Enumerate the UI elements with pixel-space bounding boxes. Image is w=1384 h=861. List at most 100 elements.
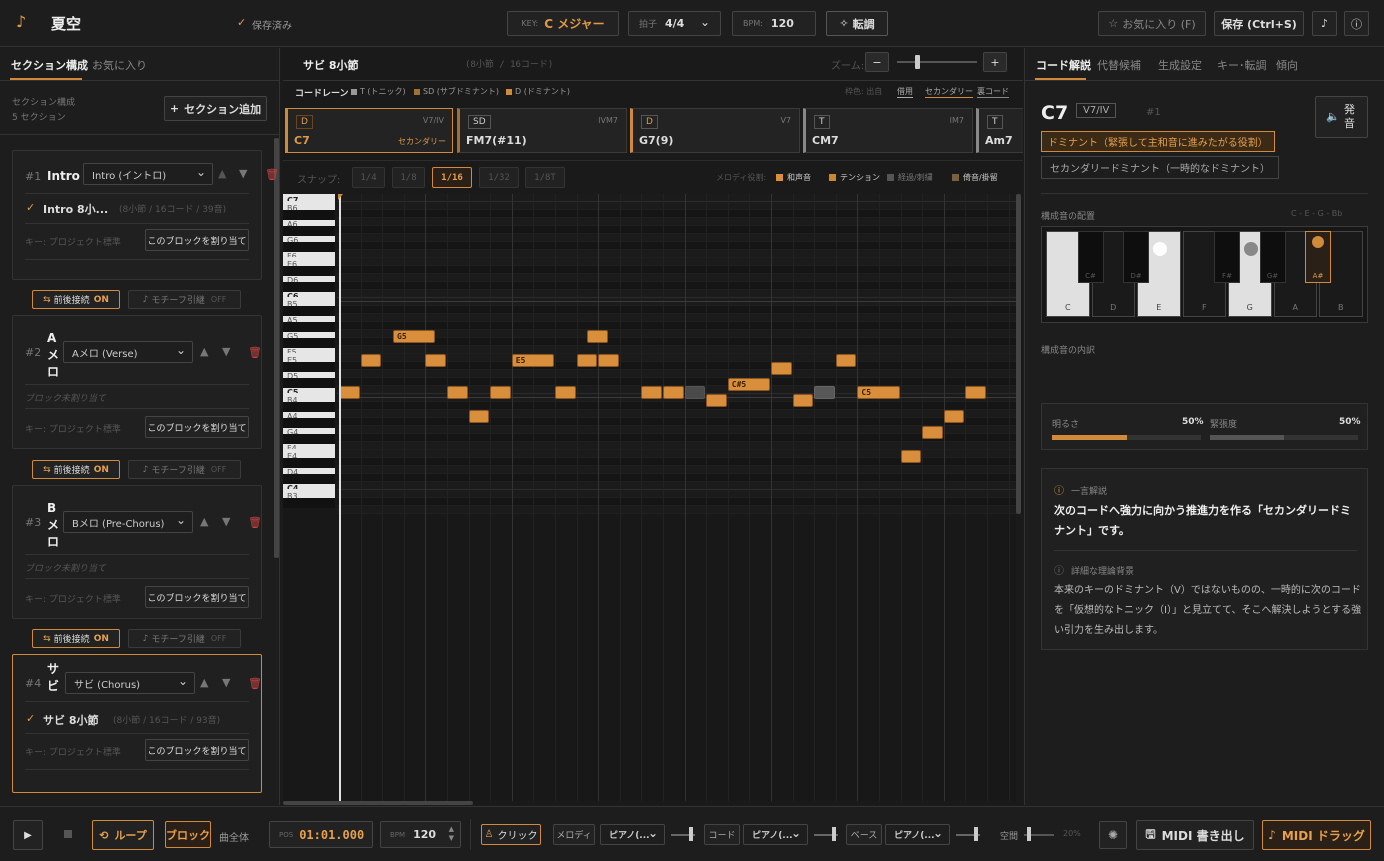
tab-generation[interactable]: 生成設定 [1158, 57, 1202, 73]
info-button[interactable]: ⓘ [1344, 11, 1369, 36]
chord-block-cm7[interactable]: T IM7 CM7 [803, 108, 973, 153]
move-up-icon[interactable]: ▲ [200, 676, 208, 689]
zoom-in-button[interactable]: + [983, 52, 1007, 72]
time-signature-selector[interactable]: 拍子 4/4 ⌄ [628, 11, 721, 36]
voicing-black-key[interactable]: D# [1123, 231, 1149, 283]
snap-option[interactable]: 1/4 [352, 167, 385, 188]
instrument-select[interactable]: ピアノ(... [600, 824, 665, 845]
trash-icon[interactable]: 🗑 [248, 677, 262, 690]
melody-note[interactable] [684, 386, 706, 399]
stop-button[interactable] [64, 830, 72, 838]
piano-black-key[interactable] [283, 242, 335, 252]
melody-note[interactable] [922, 426, 943, 439]
zoom-slider-thumb[interactable] [915, 55, 920, 69]
zoom-out-button[interactable]: − [865, 52, 889, 72]
melody-note[interactable] [943, 410, 965, 423]
voicing-black-key[interactable]: G# [1259, 231, 1286, 283]
piano-black-key[interactable] [283, 402, 335, 412]
piano-black-key[interactable] [283, 282, 335, 292]
tab-chord-explain[interactable]: コード解説 [1036, 57, 1091, 73]
assign-block-button[interactable]: このブロックを割り当て [145, 739, 249, 761]
snap-option[interactable]: 1/8T [525, 167, 565, 188]
melody-note[interactable] [425, 354, 446, 367]
piano-black-key[interactable] [283, 338, 335, 348]
assign-block-button[interactable]: このブロックを割り当て [145, 416, 249, 438]
move-up-icon[interactable]: ▲ [218, 167, 226, 180]
melody-note[interactable] [490, 386, 511, 399]
play-button[interactable]: ▶ [13, 820, 43, 850]
volume-slider-thumb[interactable] [832, 827, 836, 841]
melody-note[interactable] [771, 362, 792, 375]
loop-button[interactable]: ⟲ ループ [92, 820, 154, 850]
favorite-button[interactable]: ☆ お気に入り (F) [1098, 11, 1206, 36]
section-type-select[interactable]: サビ (Chorus) [65, 672, 195, 694]
click-button[interactable]: ♙ クリック [481, 824, 541, 845]
connect-toggle[interactable]: ⇆ 前後接続 ON [32, 290, 120, 309]
tab-section-structure[interactable]: セクション構成 [11, 57, 88, 73]
playhead-marker[interactable] [339, 194, 341, 801]
melody-note[interactable] [641, 386, 662, 399]
instrument-select[interactable]: ピアノ(... [885, 824, 950, 845]
zoom-slider-track[interactable] [897, 61, 977, 63]
section-type-select[interactable]: Intro (イントロ) [83, 163, 213, 185]
chord-block-am7[interactable]: T Am7 [976, 108, 1023, 153]
melody-note[interactable] [965, 386, 986, 399]
tab-key-modulation[interactable]: キー･転調 [1217, 57, 1267, 73]
piano-black-key[interactable] [283, 226, 335, 236]
whole-song-mode[interactable]: 曲全体 [219, 829, 249, 844]
snap-option[interactable]: 1/16 [432, 167, 472, 188]
chord-block-c7[interactable]: D V7/IV C7 セカンダリー [285, 108, 453, 153]
midi-export-button[interactable]: 🖫 MIDI 書き出し [1136, 820, 1254, 850]
bpm-field[interactable]: BPM 120 ▲ ▼ [380, 821, 461, 848]
piano-black-key[interactable] [283, 266, 335, 276]
voicing-black-key[interactable]: A# [1305, 231, 1331, 283]
melody-note[interactable] [663, 386, 684, 399]
piano-black-key[interactable] [283, 458, 335, 468]
save-button[interactable]: 保存 (Ctrl+S) [1214, 11, 1304, 36]
section-card-verse[interactable]: #2 Aメロ Aメロ (Verse) ▲ ▼ 🗑 ブロック未割り当て キー: プ… [12, 315, 262, 449]
bpm-input[interactable]: BPM: 120 [732, 11, 816, 36]
melody-note[interactable]: C5 [857, 386, 900, 399]
snap-option[interactable]: 1/32 [479, 167, 519, 188]
piano-black-key[interactable] [283, 210, 335, 220]
melody-note[interactable] [587, 330, 608, 343]
settings-button[interactable]: ✺ [1099, 821, 1127, 849]
snap-option[interactable]: 1/8 [392, 167, 425, 188]
melody-note[interactable] [792, 394, 814, 407]
melody-note[interactable] [814, 386, 835, 399]
play-chord-button[interactable]: 🔈 発音 [1315, 96, 1368, 138]
piano-black-key[interactable] [283, 498, 335, 508]
move-up-icon[interactable]: ▲ [200, 515, 208, 528]
section-card-intro[interactable]: #1 Intro Intro (イントロ) ▲ ▼ 🗑 ✓ Intro 8小..… [12, 150, 279, 280]
section-card-prechorus[interactable]: #3 Bメロ Bメロ (Pre-Chorus) ▲ ▼ 🗑 ブロック未割り当て … [12, 485, 262, 619]
assign-block-button[interactable]: このブロックを割り当て [145, 586, 249, 608]
melody-note[interactable] [576, 354, 598, 367]
connect-toggle[interactable]: ⇆ 前後接続 ON [32, 629, 120, 648]
melody-note[interactable]: G5 [393, 330, 436, 343]
melody-note[interactable] [360, 354, 382, 367]
piano-black-key[interactable] [283, 378, 335, 388]
melody-note[interactable] [706, 394, 727, 407]
piano-black-key[interactable] [283, 362, 335, 372]
volume-slider-thumb[interactable] [689, 827, 693, 841]
piano-roll[interactable]: C7B6A6G6F6E6D6C6B5A5G5F5E5D5C5B4A4G4F4E4… [283, 194, 1016, 801]
tab-tendency[interactable]: 傾向 [1276, 57, 1298, 73]
melody-note[interactable]: E5 [511, 354, 554, 367]
tab-favorites[interactable]: お気に入り [92, 57, 147, 73]
stepper-icon[interactable]: ▲ ▼ [449, 825, 454, 843]
transpose-button[interactable]: ✧ 転調 [826, 11, 888, 36]
trash-icon[interactable]: 🗑 [265, 168, 279, 181]
melody-note[interactable] [468, 410, 490, 423]
chord-block-fm7[interactable]: SD IVM7 FM7(#11) [457, 108, 627, 153]
piano-black-key[interactable] [283, 474, 335, 484]
move-down-icon[interactable]: ▼ [222, 345, 230, 358]
melody-note[interactable] [598, 354, 619, 367]
motif-toggle[interactable]: ♪ モチーフ引継 OFF [128, 629, 241, 648]
section-type-select[interactable]: Aメロ (Verse) [63, 341, 193, 363]
trash-icon[interactable]: 🗑 [248, 346, 262, 359]
voicing-keyboard[interactable]: C D E F G A B C# D# F# G# A# [1041, 226, 1368, 323]
instrument-select[interactable]: ピアノ(... [743, 824, 808, 845]
trash-icon[interactable]: 🗑 [248, 516, 262, 529]
melody-note[interactable] [555, 386, 576, 399]
add-section-button[interactable]: + セクション追加 [164, 96, 267, 121]
